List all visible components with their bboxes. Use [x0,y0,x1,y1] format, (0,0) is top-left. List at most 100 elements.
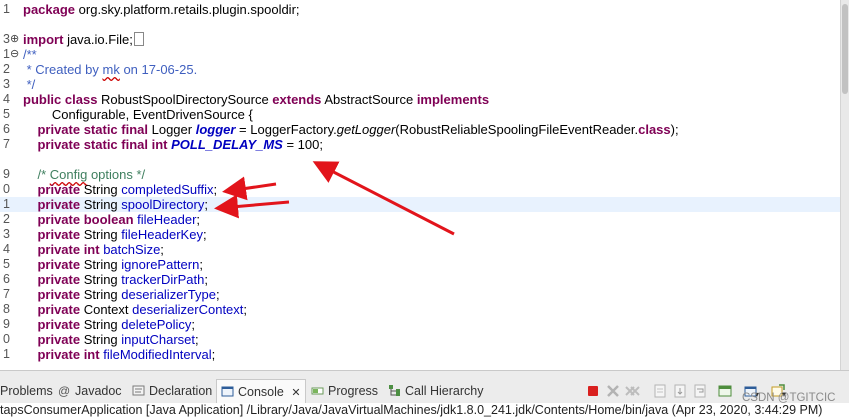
code-line[interactable]: 5 Configurable, EventDrivenSource { [0,107,840,122]
scroll-lock-icon[interactable] [672,383,688,399]
line-number: 4 [3,242,10,256]
code-text: private static final Logger logger = Log… [37,122,679,137]
code-line[interactable]: 1 package org.sky.platform.retails.plugin… [0,2,840,17]
watermark: CSDN @TGITCIC [742,392,836,404]
code-text: package org.sky.platform.retails.plugin.… [23,2,300,17]
line-number: 2 [3,62,10,76]
code-line[interactable]: 7 private String deserializerType; [0,287,840,302]
code-line[interactable]: 9 /* Config options */ [0,167,840,182]
code-text: private String trackerDirPath; [37,272,208,287]
line-number: 5 [3,257,10,271]
line-number: 3 [3,32,10,46]
code-text: Configurable, EventDrivenSource { [23,107,253,122]
code-text: private static final int POLL_DELAY_MS =… [37,137,323,152]
code-line[interactable]: 3 */ [0,77,840,92]
tab-problems[interactable]: Problems [0,379,53,403]
fold-toggle-icon[interactable]: ⊕ [10,32,19,47]
code-line[interactable]: 1 private String spoolDirectory; [0,197,840,212]
code-line[interactable]: 9 private String deletePolicy; [0,317,840,332]
code-text: private String deletePolicy; [37,317,196,332]
code-text: private boolean fileHeader; [37,212,201,227]
code-text: private String spoolDirectory; [37,197,208,212]
tab-progress[interactable]: Progress [311,379,378,403]
code-text: private int fileModifiedInterval; [37,347,216,362]
code-text: private int batchSize; [37,242,164,257]
code-line[interactable]: 2 private boolean fileHeader; [0,212,840,227]
code-line[interactable]: 2 * Created by mk on 17-06-25. [0,62,840,77]
line-number: 6 [3,122,10,136]
code-text: private String ignorePattern; [37,257,203,272]
code-text: private String inputCharset; [37,332,199,347]
code-line[interactable]: 0 private String inputCharset; [0,332,840,347]
svg-text:@: @ [58,384,70,397]
clear-console-icon[interactable] [652,383,668,399]
code-text: /** [23,47,37,62]
code-line[interactable]: 3 private String fileHeaderKey; [0,227,840,242]
code-line[interactable]: 0 private String completedSuffix; [0,182,840,197]
fold-toggle-icon[interactable]: ⊖ [10,47,19,62]
tab-progress-label: Progress [328,384,379,398]
line-number: 5 [3,107,10,121]
line-number: 4 [3,92,10,106]
remove-all-terminated-icon[interactable] [624,383,640,399]
code-line[interactable]: 1 private int fileModifiedInterval; [0,347,840,362]
declaration-icon [132,381,145,396]
word-wrap-icon[interactable] [692,383,708,399]
code-line[interactable] [0,17,840,32]
line-number: 7 [3,287,10,301]
tab-declaration[interactable]: Declaration [132,379,212,403]
line-number: 6 [3,272,10,286]
bottom-panel: Problems @ Javadoc Declaration Console ✕ … [0,370,849,417]
tab-call-hierarchy[interactable]: Call Hierarchy [388,379,484,403]
code-line[interactable]: 6 private String trackerDirPath; [0,272,840,287]
line-number: 7 [3,137,10,151]
tab-javadoc[interactable]: @ Javadoc [58,379,122,403]
code-text: */ [23,77,36,92]
line-number: 9 [3,167,10,181]
code-line[interactable]: 8 private Context deserializerContext; [0,302,840,317]
tab-console-label: Console [238,385,284,399]
code-line[interactable]: 6 private static final Logger logger = L… [0,122,840,137]
line-number: 1 [3,197,10,211]
code-line[interactable]: 4 private int batchSize; [0,242,840,257]
line-number: 3 [3,227,10,241]
line-number: 0 [3,182,10,196]
code-line[interactable]: 1 ⊖ /** [0,47,840,62]
code-text: public class RobustSpoolDirectorySource … [23,92,490,107]
code-line[interactable]: 5 private String ignorePattern; [0,257,840,272]
console-icon [221,382,234,397]
code-line[interactable] [0,152,840,167]
code-text: /* Config options */ [37,167,146,182]
code-text: * Created by mk on 17-06-25. [23,62,198,77]
code-text: private String deserializerType; [37,287,220,302]
scrollbar-thumb[interactable] [842,4,848,94]
line-number: 1 [3,47,10,61]
code-text: private String completedSuffix; [37,182,218,197]
tab-console[interactable]: Console ✕ [216,379,306,404]
code-line[interactable]: 4 public class RobustSpoolDirectorySource… [0,92,840,107]
javadoc-icon: @ [58,381,71,398]
vertical-scrollbar[interactable] [840,0,849,370]
code-text: private Context deserializerContext; [37,302,248,317]
line-number: 2 [3,212,10,226]
pin-console-icon[interactable] [717,383,733,399]
code-line[interactable]: 3 ⊕ import java.io.File; [0,32,840,47]
line-number: 1 [3,347,10,361]
line-number: 9 [3,317,10,331]
close-icon[interactable]: ✕ [291,387,300,399]
line-number: 0 [3,332,10,346]
remove-launch-icon[interactable] [605,383,621,399]
line-number: 8 [3,302,10,316]
tab-problems-label: Problems [0,384,53,398]
line-number: 3 [3,77,10,91]
code-line[interactable]: 7 private static final int POLL_DELAY_MS… [0,137,840,152]
terminate-icon[interactable] [585,383,601,399]
call-hierarchy-icon [388,381,401,396]
code-text: import java.io.File; [23,32,144,47]
tab-javadoc-label: Javadoc [75,384,122,398]
line-number: 1 [3,2,10,16]
code-editor[interactable]: 1 package org.sky.platform.retails.plugin… [0,0,840,370]
tab-declaration-label: Declaration [149,384,213,398]
tab-call-hierarchy-label: Call Hierarchy [405,384,484,398]
code-text: private String fileHeaderKey; [37,227,207,242]
